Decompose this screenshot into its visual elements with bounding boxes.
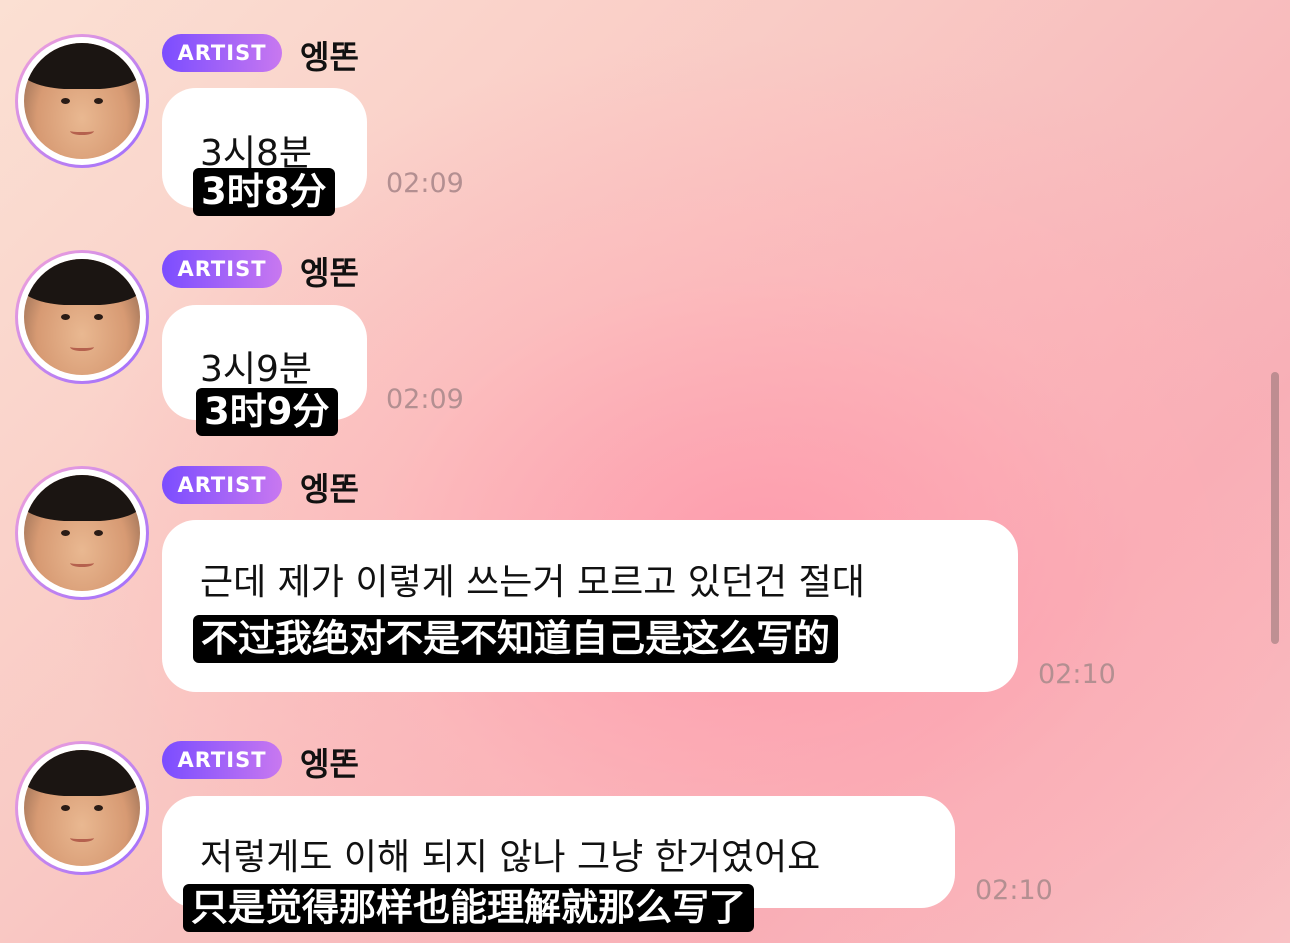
subtitle-text: 3时8分 <box>193 168 335 216</box>
message-bubble[interactable] <box>162 520 1018 692</box>
artist-badge: ARTIST <box>162 34 282 72</box>
avatar[interactable] <box>15 250 149 384</box>
avatar[interactable] <box>15 741 149 875</box>
artist-badge: ARTIST <box>162 250 282 288</box>
sender-name: 엥똔 <box>300 745 359 783</box>
avatar[interactable] <box>15 34 149 168</box>
subtitle-text: 3时9分 <box>196 388 338 436</box>
message-time: 02:10 <box>1038 659 1116 690</box>
sender-name: 엥똔 <box>300 470 359 508</box>
artist-badge: ARTIST <box>162 466 282 504</box>
message-text: 저렇게도 이해 되지 않나 그냥 한거였어요 <box>200 837 821 878</box>
sender-name: 엥똔 <box>300 254 359 292</box>
subtitle-text: 只是觉得那样也能理解就那么写了 <box>183 884 754 932</box>
subtitle-text: 不过我绝对不是不知道自己是这么写的 <box>193 615 838 663</box>
message-time: 02:10 <box>975 875 1053 906</box>
avatar[interactable] <box>15 466 149 600</box>
message-time: 02:09 <box>386 168 464 199</box>
artist-badge: ARTIST <box>162 741 282 779</box>
message-time: 02:09 <box>386 384 464 415</box>
message-text: 근데 제가 이렇게 쓰는거 모르고 있던건 절대 <box>200 562 865 603</box>
sender-name: 엥똔 <box>300 38 359 76</box>
scrollbar[interactable] <box>1271 372 1279 644</box>
message-text: 3시9분 <box>200 349 313 390</box>
